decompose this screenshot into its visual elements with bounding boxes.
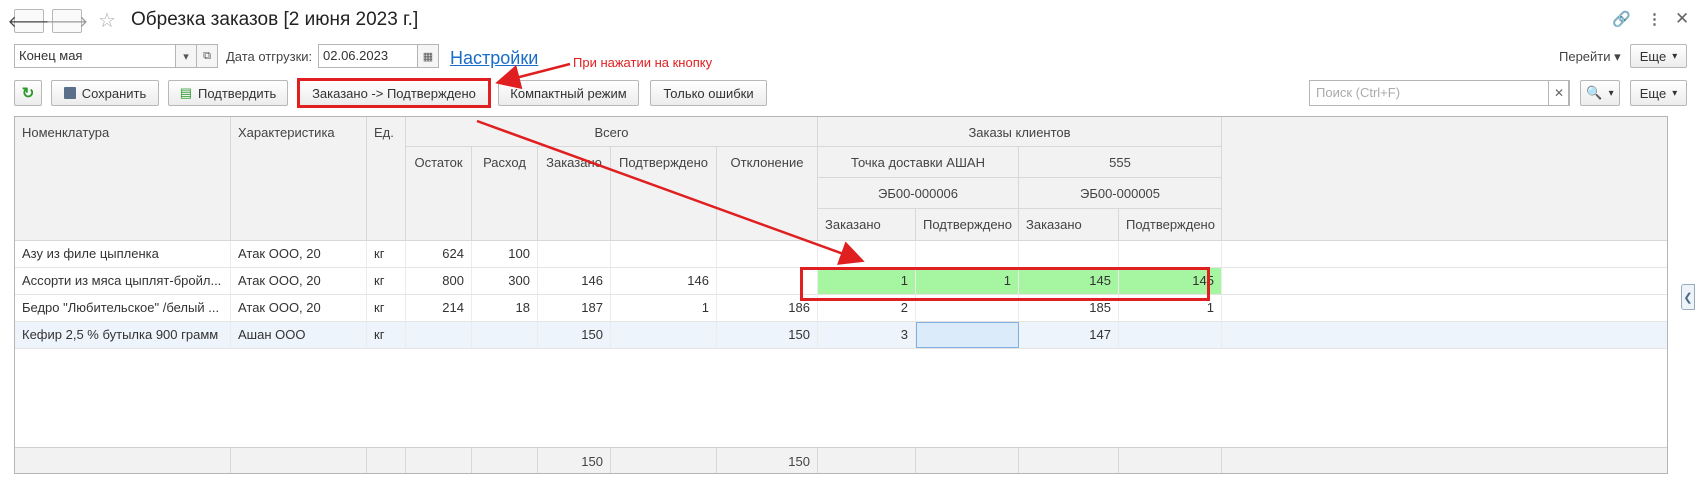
annotation-arrows [476,62,865,265]
arrow-to-button [495,62,571,90]
arrow-to-cells [476,119,865,265]
